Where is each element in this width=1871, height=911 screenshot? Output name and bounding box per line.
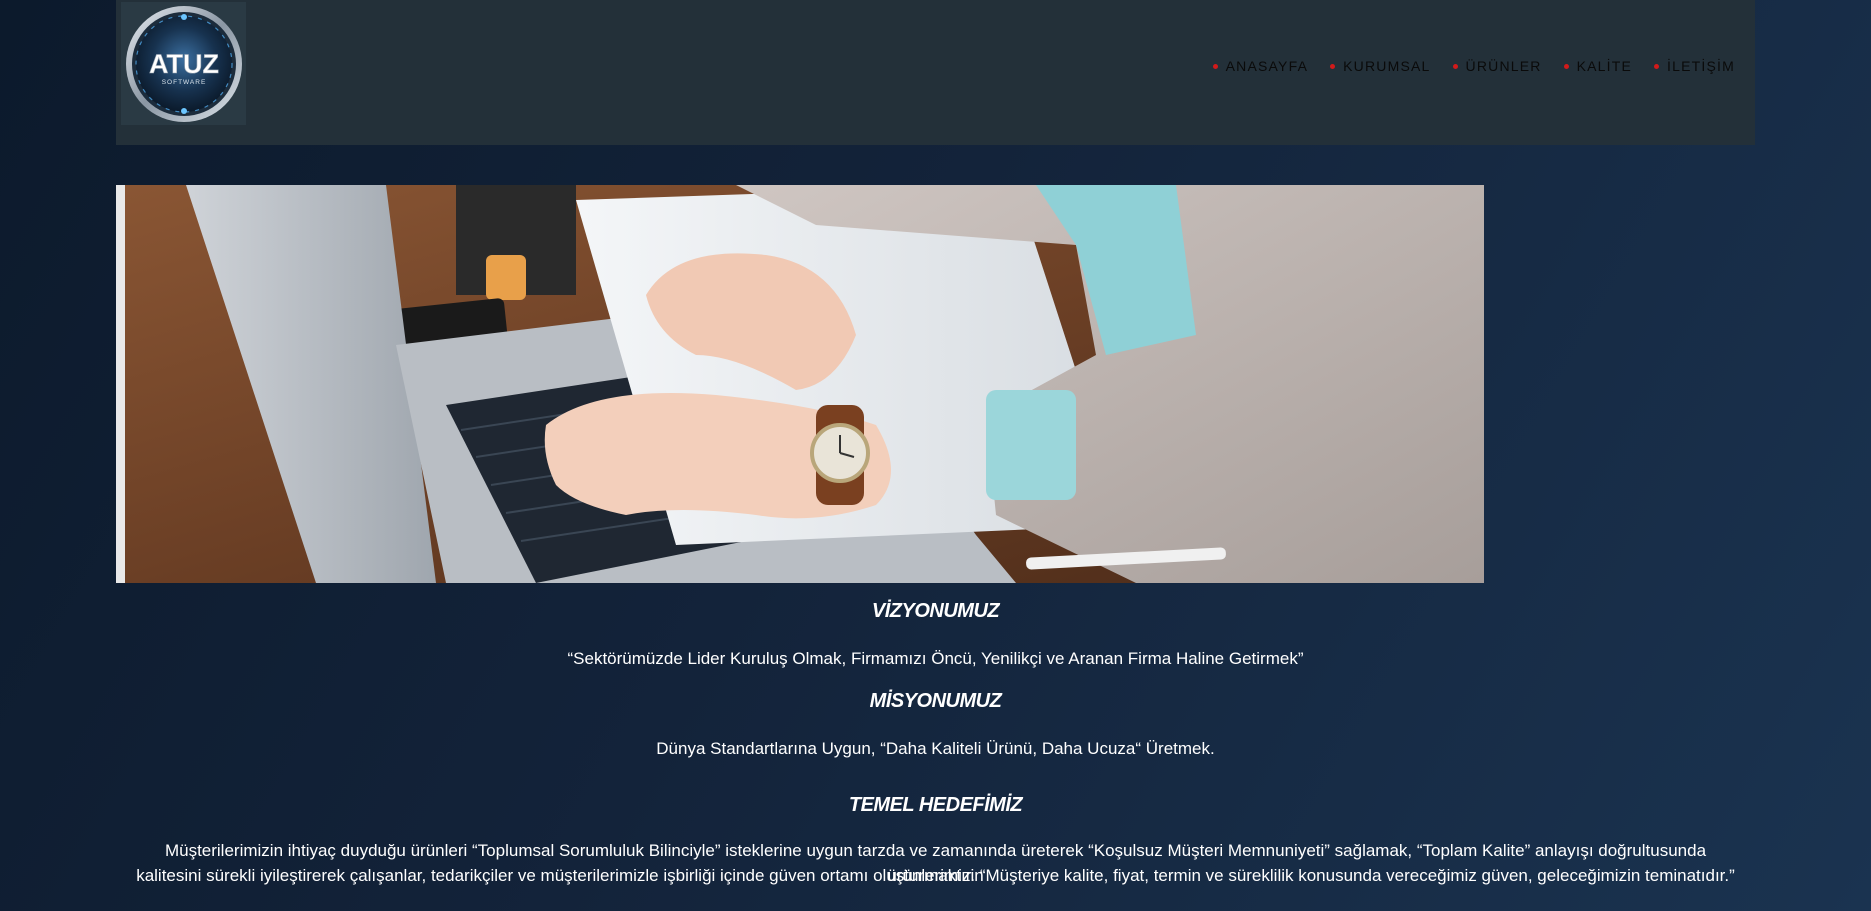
nav-item-label: İLETİŞİM bbox=[1667, 58, 1735, 74]
svg-text:SOFTWARE: SOFTWARE bbox=[161, 79, 206, 86]
laptop-typing-illustration bbox=[116, 185, 1484, 583]
vision-heading: VİZYONUMUZ bbox=[871, 600, 1000, 622]
nav-item-urunler[interactable]: ÜRÜNLER bbox=[1452, 58, 1542, 74]
nav-item-anasayfa[interactable]: ANASAYFA bbox=[1212, 58, 1309, 74]
goal-text-line2: kalitesini sürekli iyileştirerek çalışan… bbox=[136, 866, 1735, 885]
nav-item-label: KURUMSAL bbox=[1343, 58, 1431, 74]
nav-item-kurumsal[interactable]: KURUMSAL bbox=[1330, 58, 1430, 74]
hero-image bbox=[116, 185, 1484, 583]
bullet-icon bbox=[1330, 63, 1336, 69]
mission-heading: MİSYONUMUZ bbox=[869, 690, 1002, 712]
bullet-icon bbox=[1563, 63, 1569, 69]
bullet-icon bbox=[1212, 63, 1218, 69]
mission-text: Dünya Standartlarına Uygun, “Daha Kalite… bbox=[656, 739, 1215, 758]
bullet-icon bbox=[1654, 63, 1660, 69]
nav-item-label: ANASAYFA bbox=[1225, 58, 1309, 74]
logo-emblem-icon: ATUZ SOFTWARE bbox=[125, 5, 242, 122]
nav-item-iletisim[interactable]: İLETİŞİM bbox=[1654, 58, 1735, 74]
svg-text:ATUZ: ATUZ bbox=[149, 49, 219, 79]
main-nav: ANASAYFA KURUMSAL ÜRÜNLER KALİTE İLETİŞİ… bbox=[1212, 58, 1735, 74]
nav-item-kalite[interactable]: KALİTE bbox=[1563, 58, 1633, 74]
nav-item-label: ÜRÜNLER bbox=[1465, 58, 1542, 74]
vision-text: “Sektörümüzde Lider Kuruluş Olmak, Firma… bbox=[567, 649, 1304, 668]
atuz-logo[interactable]: ATUZ SOFTWARE bbox=[121, 2, 246, 125]
goal-heading: TEMEL HEDEFİMİZ bbox=[848, 794, 1023, 816]
bullet-icon bbox=[1452, 63, 1458, 69]
site-header: ATUZ SOFTWARE ANASAYFA KURUMSAL ÜRÜNLER … bbox=[116, 0, 1755, 145]
nav-item-label: KALİTE bbox=[1576, 58, 1633, 74]
